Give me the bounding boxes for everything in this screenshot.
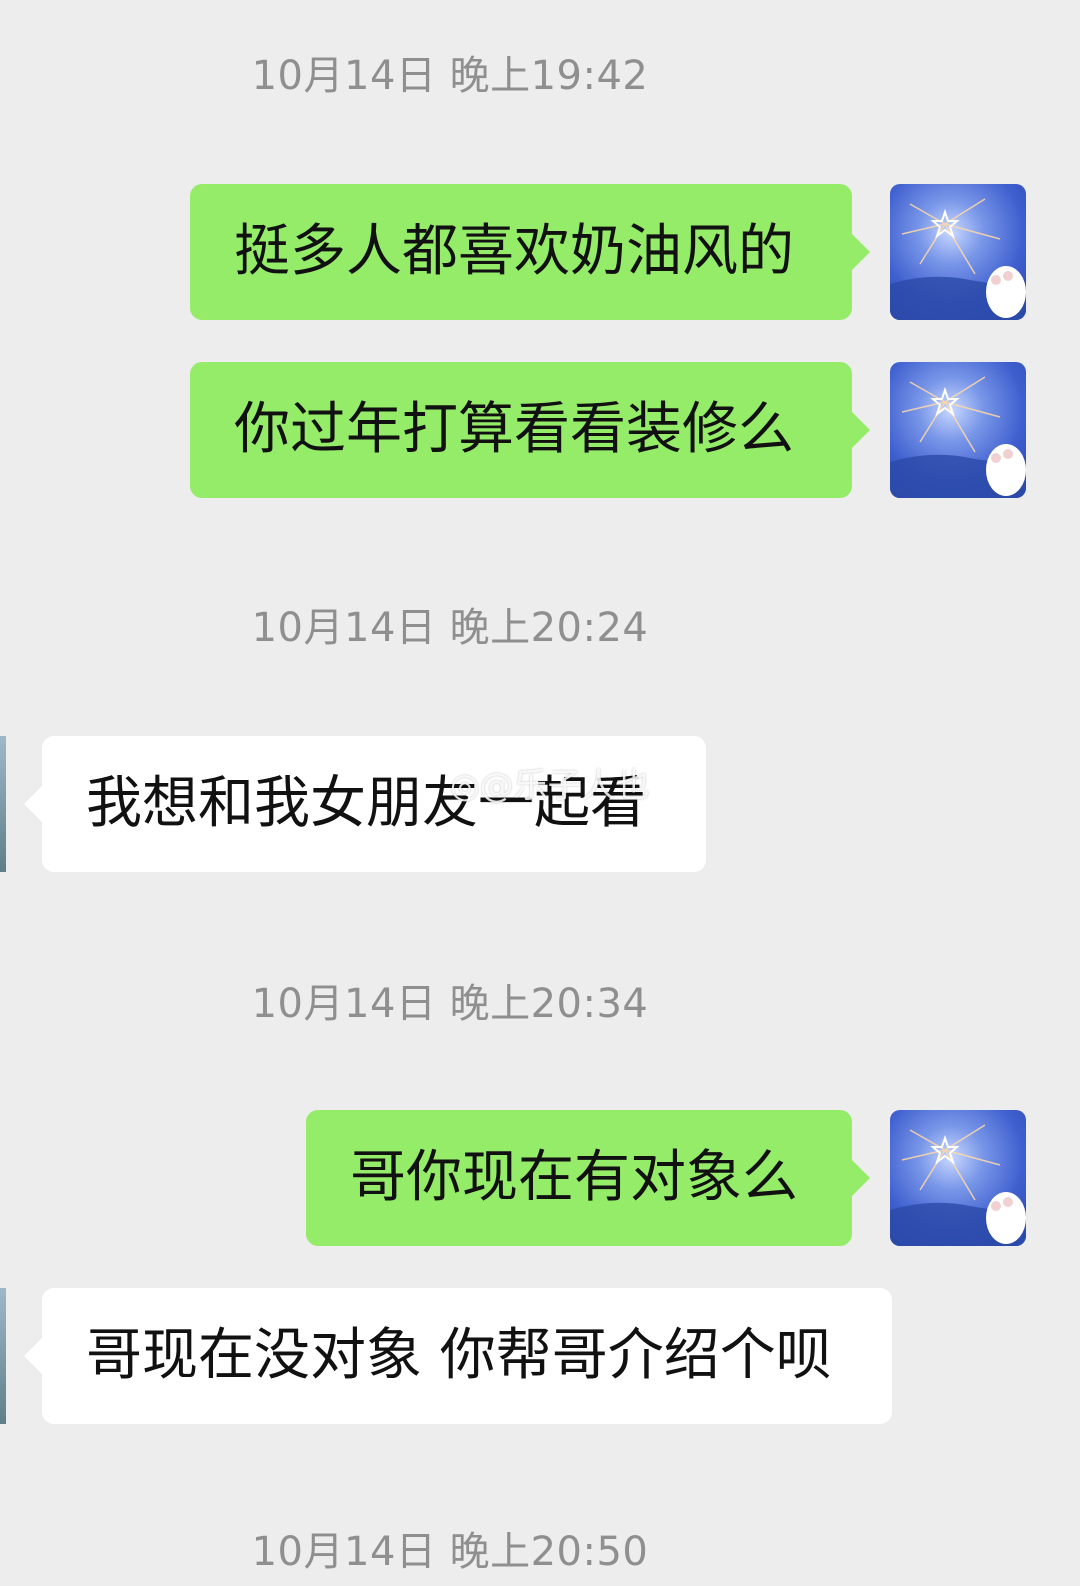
fireworks-avatar-icon [890, 1124, 1026, 1246]
timestamp: 10月14日 晚上19:42 [251, 53, 649, 99]
peer-avatar[interactable] [0, 736, 6, 872]
timestamp: 10月14日 晚上20:50 [251, 1529, 649, 1575]
message-bubble-sent[interactable]: 哥你现在有对象么 [306, 1110, 870, 1246]
weibo-logo-icon: ◎ [450, 766, 480, 806]
chat-screen: { "timestamps": [ "10月14日 晚上19:42", "10月… [0, 0, 1080, 1586]
self-avatar[interactable] [890, 184, 1026, 320]
timestamp: 10月14日 晚上20:24 [251, 605, 649, 651]
message-bubble-sent[interactable]: 你过年打算看看装修么 [190, 362, 870, 498]
self-avatar[interactable] [890, 1110, 1026, 1246]
fireworks-avatar-icon [890, 376, 1026, 498]
fireworks-avatar-icon [890, 198, 1026, 320]
timestamp: 10月14日 晚上20:34 [251, 981, 649, 1027]
message-bubble-received[interactable]: 哥现在没对象 你帮哥介绍个呗 [24, 1288, 892, 1424]
peer-avatar[interactable] [0, 1288, 6, 1424]
watermark: ◎@乐子人也 [450, 766, 650, 806]
self-avatar[interactable] [890, 362, 1026, 498]
message-bubble-sent[interactable]: 挺多人都喜欢奶油风的 [190, 184, 870, 320]
